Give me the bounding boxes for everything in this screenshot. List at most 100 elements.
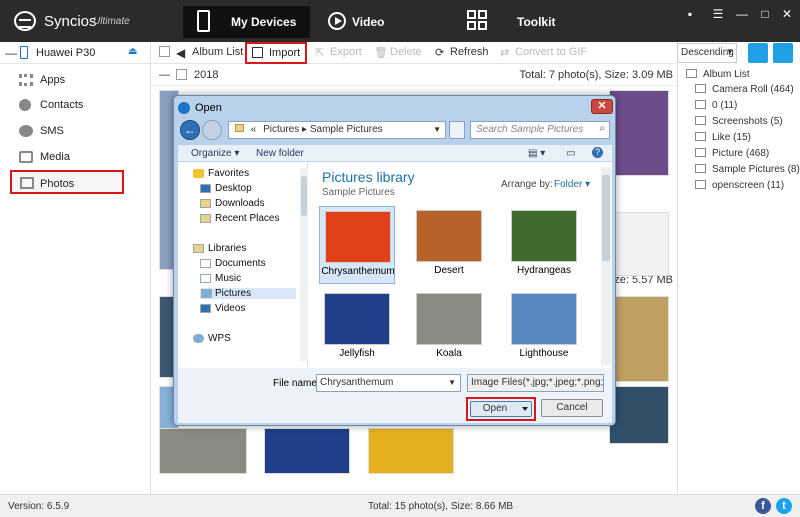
file-scrollbar[interactable] <box>601 167 611 365</box>
file-name: Hydrangeas <box>517 265 571 276</box>
photo-thumbnail[interactable] <box>609 386 669 444</box>
nav-scrollbar[interactable] <box>300 168 308 361</box>
breadcrumb-sample-pictures[interactable]: Sample Pictures <box>310 124 383 135</box>
back-arrow-icon[interactable]: ◀ <box>176 46 185 60</box>
tab-video-downloader[interactable]: Video Downloader <box>322 6 447 61</box>
back-arrow-icon[interactable]: ← <box>180 120 200 140</box>
eject-icon[interactable]: ⏏ <box>128 46 137 57</box>
close-icon[interactable]: ✕ <box>780 7 794 21</box>
album-item[interactable]: 0 (11) <box>695 100 737 111</box>
import-label: Import <box>269 47 301 59</box>
chevron-down-icon[interactable]: ▼ <box>448 378 456 387</box>
search-input[interactable]: Search Sample Pictures ⌕ <box>470 121 610 139</box>
twitter-icon[interactable]: t <box>776 498 792 514</box>
tree-music[interactable]: Music <box>200 273 241 284</box>
file-item[interactable]: Jellyfish <box>319 289 395 367</box>
facebook-icon[interactable]: f <box>755 498 771 514</box>
sidebar-item-contacts[interactable]: Contacts <box>0 93 151 117</box>
help-icon[interactable]: ? <box>592 147 603 158</box>
library-title: Pictures library <box>322 169 415 185</box>
breadcrumb-overflow[interactable]: « <box>251 124 257 135</box>
photo-thumbnail[interactable] <box>609 296 669 382</box>
album-list-button[interactable]: Album List <box>192 46 243 58</box>
grid-view-icon[interactable] <box>773 43 793 63</box>
refresh-button[interactable] <box>449 121 465 139</box>
photo-group-header: — 2018 Total: 7 photo(s), Size: 3.09 MB <box>151 64 677 86</box>
group-checkbox[interactable] <box>176 69 187 83</box>
new-folder-button[interactable]: New folder <box>256 148 304 159</box>
maximize-icon[interactable]: □ <box>758 7 772 21</box>
file-name-label: File name: <box>273 378 320 389</box>
tree-recent-places[interactable]: Recent Places <box>200 213 279 224</box>
tab-toolkit[interactable]: Toolkit <box>462 6 572 38</box>
export-button[interactable]: Export <box>330 46 362 58</box>
chat-icon[interactable]: ▪ <box>683 7 697 21</box>
chevron-down-icon[interactable]: ▼ <box>433 125 441 134</box>
sidebar-item-photos[interactable]: Photos <box>10 170 124 194</box>
media-icon <box>19 151 33 163</box>
group-summary: Total: 7 photo(s), Size: 3.09 MB <box>519 69 673 81</box>
album-item[interactable]: Like (15) <box>695 132 751 143</box>
preview-pane-icon[interactable]: ▭ <box>566 148 575 159</box>
open-button[interactable]: Open <box>470 401 532 417</box>
convert-to-gif-button[interactable]: Convert to GIF <box>515 46 587 58</box>
trash-icon: 🗑 <box>374 47 388 59</box>
album-item[interactable]: Camera Roll (464) <box>695 84 794 95</box>
sidebar-item-apps[interactable]: Apps <box>0 68 151 92</box>
open-button-highlight: Open <box>466 397 536 421</box>
group-minus-icon[interactable]: — <box>159 69 170 81</box>
tree-favorites[interactable]: Favorites <box>193 168 249 179</box>
album-item[interactable]: Screenshots (5) <box>695 116 783 127</box>
delete-button[interactable]: Delete <box>390 46 422 58</box>
desktop-icon <box>200 184 211 193</box>
phone-icon <box>197 10 210 32</box>
view-options-icon[interactable]: ▤ ▾ <box>528 148 545 159</box>
tree-libraries[interactable]: Libraries <box>193 243 246 254</box>
import-button[interactable]: Import <box>245 42 307 64</box>
file-item[interactable]: Koala <box>411 289 487 367</box>
photo-thumbnail[interactable] <box>159 428 247 474</box>
file-type-select[interactable]: Image Files(*.jpg;*.jpeg;*.png;*. <box>467 374 604 392</box>
breadcrumb-pictures[interactable]: Pictures <box>263 124 299 135</box>
tree-desktop[interactable]: Desktop <box>200 183 252 194</box>
tree-wps[interactable]: WPS <box>193 333 231 344</box>
tree-downloads[interactable]: Downloads <box>200 198 264 209</box>
photo-thumbnail[interactable] <box>609 212 669 276</box>
device-row[interactable]: — Huawei P30 ⏏ <box>0 42 151 64</box>
file-item[interactable]: Desert <box>411 206 487 284</box>
file-item[interactable]: Chrysanthemum <box>319 206 395 284</box>
file-item[interactable]: Hydrangeas <box>506 206 582 284</box>
dialog-close-button[interactable]: ✕ <box>591 99 613 114</box>
photo-thumbnail[interactable] <box>264 428 350 474</box>
album-item[interactable]: openscreen (11) <box>695 180 784 191</box>
select-all-checkbox[interactable] <box>159 46 170 60</box>
tree-pictures[interactable]: Pictures <box>200 288 296 299</box>
dialog-title: Open <box>195 102 222 114</box>
tab-my-devices[interactable]: My Devices <box>183 6 310 38</box>
arrange-by-label: Arrange by: <box>501 179 553 190</box>
tree-documents[interactable]: Documents <box>200 258 266 269</box>
address-path[interactable]: « Pictures ▸ Sample Pictures ▼ <box>228 121 446 139</box>
calendar-view-icon[interactable] <box>748 43 768 63</box>
album-icon <box>695 148 706 157</box>
sidebar-item-sms[interactable]: SMS <box>0 119 151 143</box>
menu-icon[interactable]: ☰ <box>711 7 725 21</box>
file-name-input[interactable]: Chrysanthemum ▼ <box>316 374 461 392</box>
photo-thumbnail[interactable] <box>368 428 454 474</box>
photo-thumbnail[interactable] <box>609 90 669 176</box>
arrange-by-select[interactable]: Folder ▾ <box>554 179 590 190</box>
import-icon <box>252 47 263 58</box>
minimize-icon[interactable]: — <box>735 7 749 21</box>
refresh-button[interactable]: Refresh <box>450 46 489 58</box>
collapse-icon[interactable]: — <box>5 46 17 60</box>
album-item[interactable]: Picture (468) <box>695 148 769 159</box>
sort-select[interactable]: Descending ▼ <box>677 43 737 63</box>
organize-button[interactable]: Organize ▾ <box>191 148 239 159</box>
file-item[interactable]: Lighthouse <box>506 289 582 367</box>
sidebar-item-media[interactable]: Media <box>0 145 151 169</box>
album-item[interactable]: Sample Pictures (8) <box>695 164 800 175</box>
videos-icon <box>200 304 211 313</box>
tree-videos[interactable]: Videos <box>200 303 245 314</box>
forward-arrow-icon[interactable] <box>202 120 222 140</box>
cancel-button[interactable]: Cancel <box>541 399 603 417</box>
